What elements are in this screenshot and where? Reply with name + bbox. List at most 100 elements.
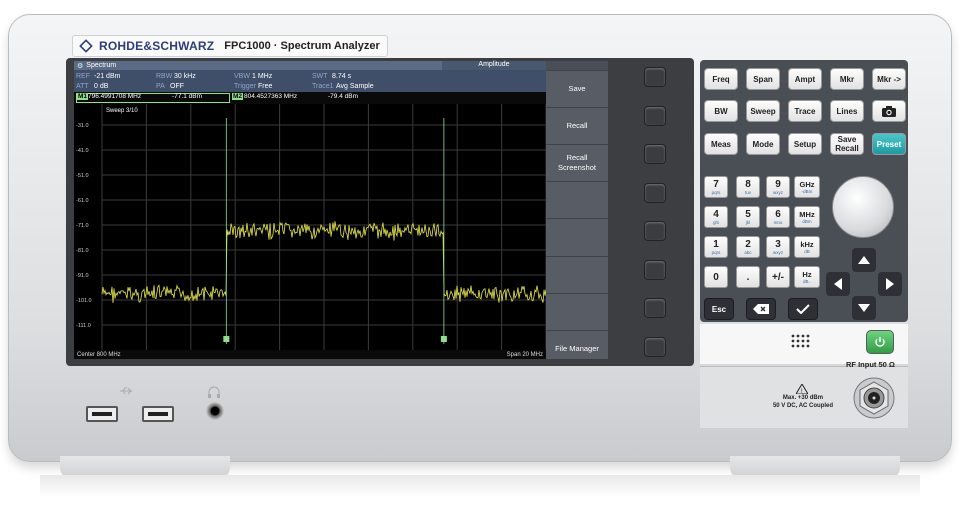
spectrum-icon: ⚙ — [77, 62, 84, 70]
unit-key-ghz[interactable]: GHz -dBm — [794, 176, 820, 198]
usb-port-2[interactable] — [142, 406, 174, 422]
key-lines-button[interactable]: Lines — [830, 100, 864, 122]
key-freq-button[interactable]: Freq — [704, 68, 738, 90]
num-key-digit: +/- — [772, 271, 784, 283]
num-key-5[interactable]: 5 jkl — [736, 206, 760, 228]
num-key-6[interactable]: 6 mno — [766, 206, 790, 228]
marker2-id: M2 — [232, 93, 244, 100]
num-key-letters: abc — [744, 250, 752, 255]
y-tick-label: -71.0 — [76, 223, 89, 229]
num-key-4[interactable]: 4 ghi — [704, 206, 728, 228]
softkey-3[interactable]: Recall Screenshot — [546, 144, 608, 181]
marker2-flag[interactable] — [440, 336, 447, 342]
mode-tab-bar: ⚙ Spectrum Amplitude — [74, 61, 546, 70]
power-button[interactable] — [866, 330, 894, 354]
hw-softkey-button-3[interactable] — [644, 144, 666, 164]
headphone-jack[interactable] — [206, 402, 224, 420]
softkey-1[interactable]: Save — [546, 70, 608, 107]
arrow-left-button[interactable] — [826, 272, 850, 296]
rotary-knob[interactable] — [832, 176, 894, 238]
softkey-4[interactable] — [546, 181, 608, 218]
marker1-flag[interactable] — [223, 336, 230, 342]
plot-footer: Center 800 MHz Span 20 MHz — [74, 350, 546, 359]
pa-value[interactable]: OFF — [170, 83, 184, 90]
usb-port-1[interactable] — [86, 406, 118, 422]
enter-button[interactable] — [788, 298, 818, 320]
trace1-value[interactable]: Avg Sample — [336, 83, 374, 90]
rf-warning-2: 50 V DC, AC Coupled — [772, 403, 834, 409]
display-screen: ⚙ Spectrum Amplitude REF -21 dBm RBW 30 … — [74, 61, 546, 359]
num-key-9[interactable]: 9 wxyz — [766, 176, 790, 198]
rf-connector-icon[interactable] — [852, 376, 896, 420]
arrow-down-button[interactable] — [852, 296, 876, 320]
key-save-recall-button[interactable]: Save Recall — [830, 133, 864, 155]
hw-softkey-button-8[interactable] — [644, 336, 666, 357]
hw-softkey-button-1[interactable] — [644, 67, 666, 87]
arrow-right-button[interactable] — [878, 272, 902, 296]
key-sweep-button[interactable]: Sweep — [746, 100, 780, 122]
backspace-icon — [753, 304, 769, 314]
vbw-value[interactable]: 1 MHz — [252, 73, 272, 80]
num-key-1[interactable]: 1 pqrs — [704, 236, 728, 258]
unit-key-label: Hz — [802, 269, 812, 279]
hw-softkey-button-7[interactable] — [644, 298, 666, 318]
swt-value[interactable]: 8.74 s — [332, 73, 351, 80]
model-name: FPC1000 · Spectrum Analyzer — [224, 40, 380, 52]
rbw-value[interactable]: 30 kHz — [174, 73, 196, 80]
unit-key-sublabel: dB — [804, 248, 810, 254]
y-tick-label: -51.0 — [76, 173, 89, 179]
key-meas-button[interactable]: Meas — [704, 133, 738, 155]
unit-key-khz[interactable]: kHz dB — [794, 236, 820, 258]
softkey-2[interactable]: Recall — [546, 107, 608, 144]
brand-bar: ROHDE&SCHWARZ FPC1000 · Spectrum Analyze… — [72, 35, 388, 57]
y-tick-label: -41.0 — [76, 148, 89, 154]
num-key-0[interactable]: 0 — [704, 266, 728, 288]
ref-label: REF — [76, 72, 90, 80]
ref-value[interactable]: -21 dBm — [94, 73, 120, 80]
key-ampt-button[interactable]: Ampt — [788, 68, 822, 90]
num-key-2[interactable]: 2 abc — [736, 236, 760, 258]
num-key-digit: 4 — [713, 209, 719, 220]
param-row-2: ATT 0 dB PA OFF Trigger Free Trace1 Avg … — [74, 81, 546, 91]
softkey-5[interactable] — [546, 218, 608, 255]
esc-button[interactable]: Esc — [704, 298, 734, 320]
unit-key-mhz[interactable]: MHz dBm — [794, 206, 820, 228]
hw-softkey-button-6[interactable] — [644, 259, 666, 280]
hw-softkey-button-5[interactable] — [644, 221, 666, 241]
key-bw-button[interactable]: BW — [704, 100, 738, 122]
trigger-value[interactable]: Free — [258, 83, 272, 90]
num-key-sign[interactable]: +/- — [766, 266, 790, 288]
key-preset-button[interactable]: Preset — [872, 133, 906, 155]
softkey-7[interactable] — [546, 292, 608, 330]
arrow-up-button[interactable] — [852, 248, 876, 272]
softkey-6[interactable] — [546, 255, 608, 293]
key-mode-button[interactable]: Mode — [746, 133, 780, 155]
hw-softkey-button-4[interactable] — [644, 182, 666, 203]
num-key-8[interactable]: 8 tuv — [736, 176, 760, 198]
span-label: Span 20 MHz — [506, 351, 543, 358]
softkey-8[interactable]: File Manager — [546, 329, 608, 367]
backspace-button[interactable] — [746, 298, 776, 320]
y-tick-label: -91.0 — [76, 273, 89, 279]
num-key-digit: 8 — [745, 179, 751, 190]
num-key-dot[interactable]: . — [736, 266, 760, 288]
key-trace-button[interactable]: Trace — [788, 100, 822, 122]
spectrum-plot[interactable]: -31.0 -41.0 -51.0 -61.0 -71.0 -81.0 -91.0 -101.… — [74, 104, 546, 350]
unit-key-hz[interactable]: Hz dB.. — [794, 266, 820, 288]
camera-button[interactable] — [872, 100, 906, 122]
mode-tab[interactable]: Spectrum — [86, 62, 116, 69]
key-mkr-button[interactable]: Mkr -> — [872, 68, 906, 90]
key-mkr-button[interactable]: Mkr — [830, 68, 864, 90]
hw-softkey-button-2[interactable] — [644, 105, 666, 126]
speaker-grille-icon — [791, 334, 810, 348]
num-key-7[interactable]: 7 pqrs — [704, 176, 728, 198]
unit-key-sublabel: dBm — [802, 218, 812, 224]
key-setup-button[interactable]: Setup — [788, 133, 822, 155]
num-key-3[interactable]: 3 wxyz — [766, 236, 790, 258]
marker1-id: M1 — [77, 93, 89, 100]
num-key-letters: jkl — [745, 220, 751, 225]
num-key-letters: ghi — [712, 220, 719, 225]
att-value[interactable]: 0 dB — [94, 83, 108, 90]
key-span-button[interactable]: Span — [746, 68, 780, 90]
plot-background — [74, 104, 546, 350]
